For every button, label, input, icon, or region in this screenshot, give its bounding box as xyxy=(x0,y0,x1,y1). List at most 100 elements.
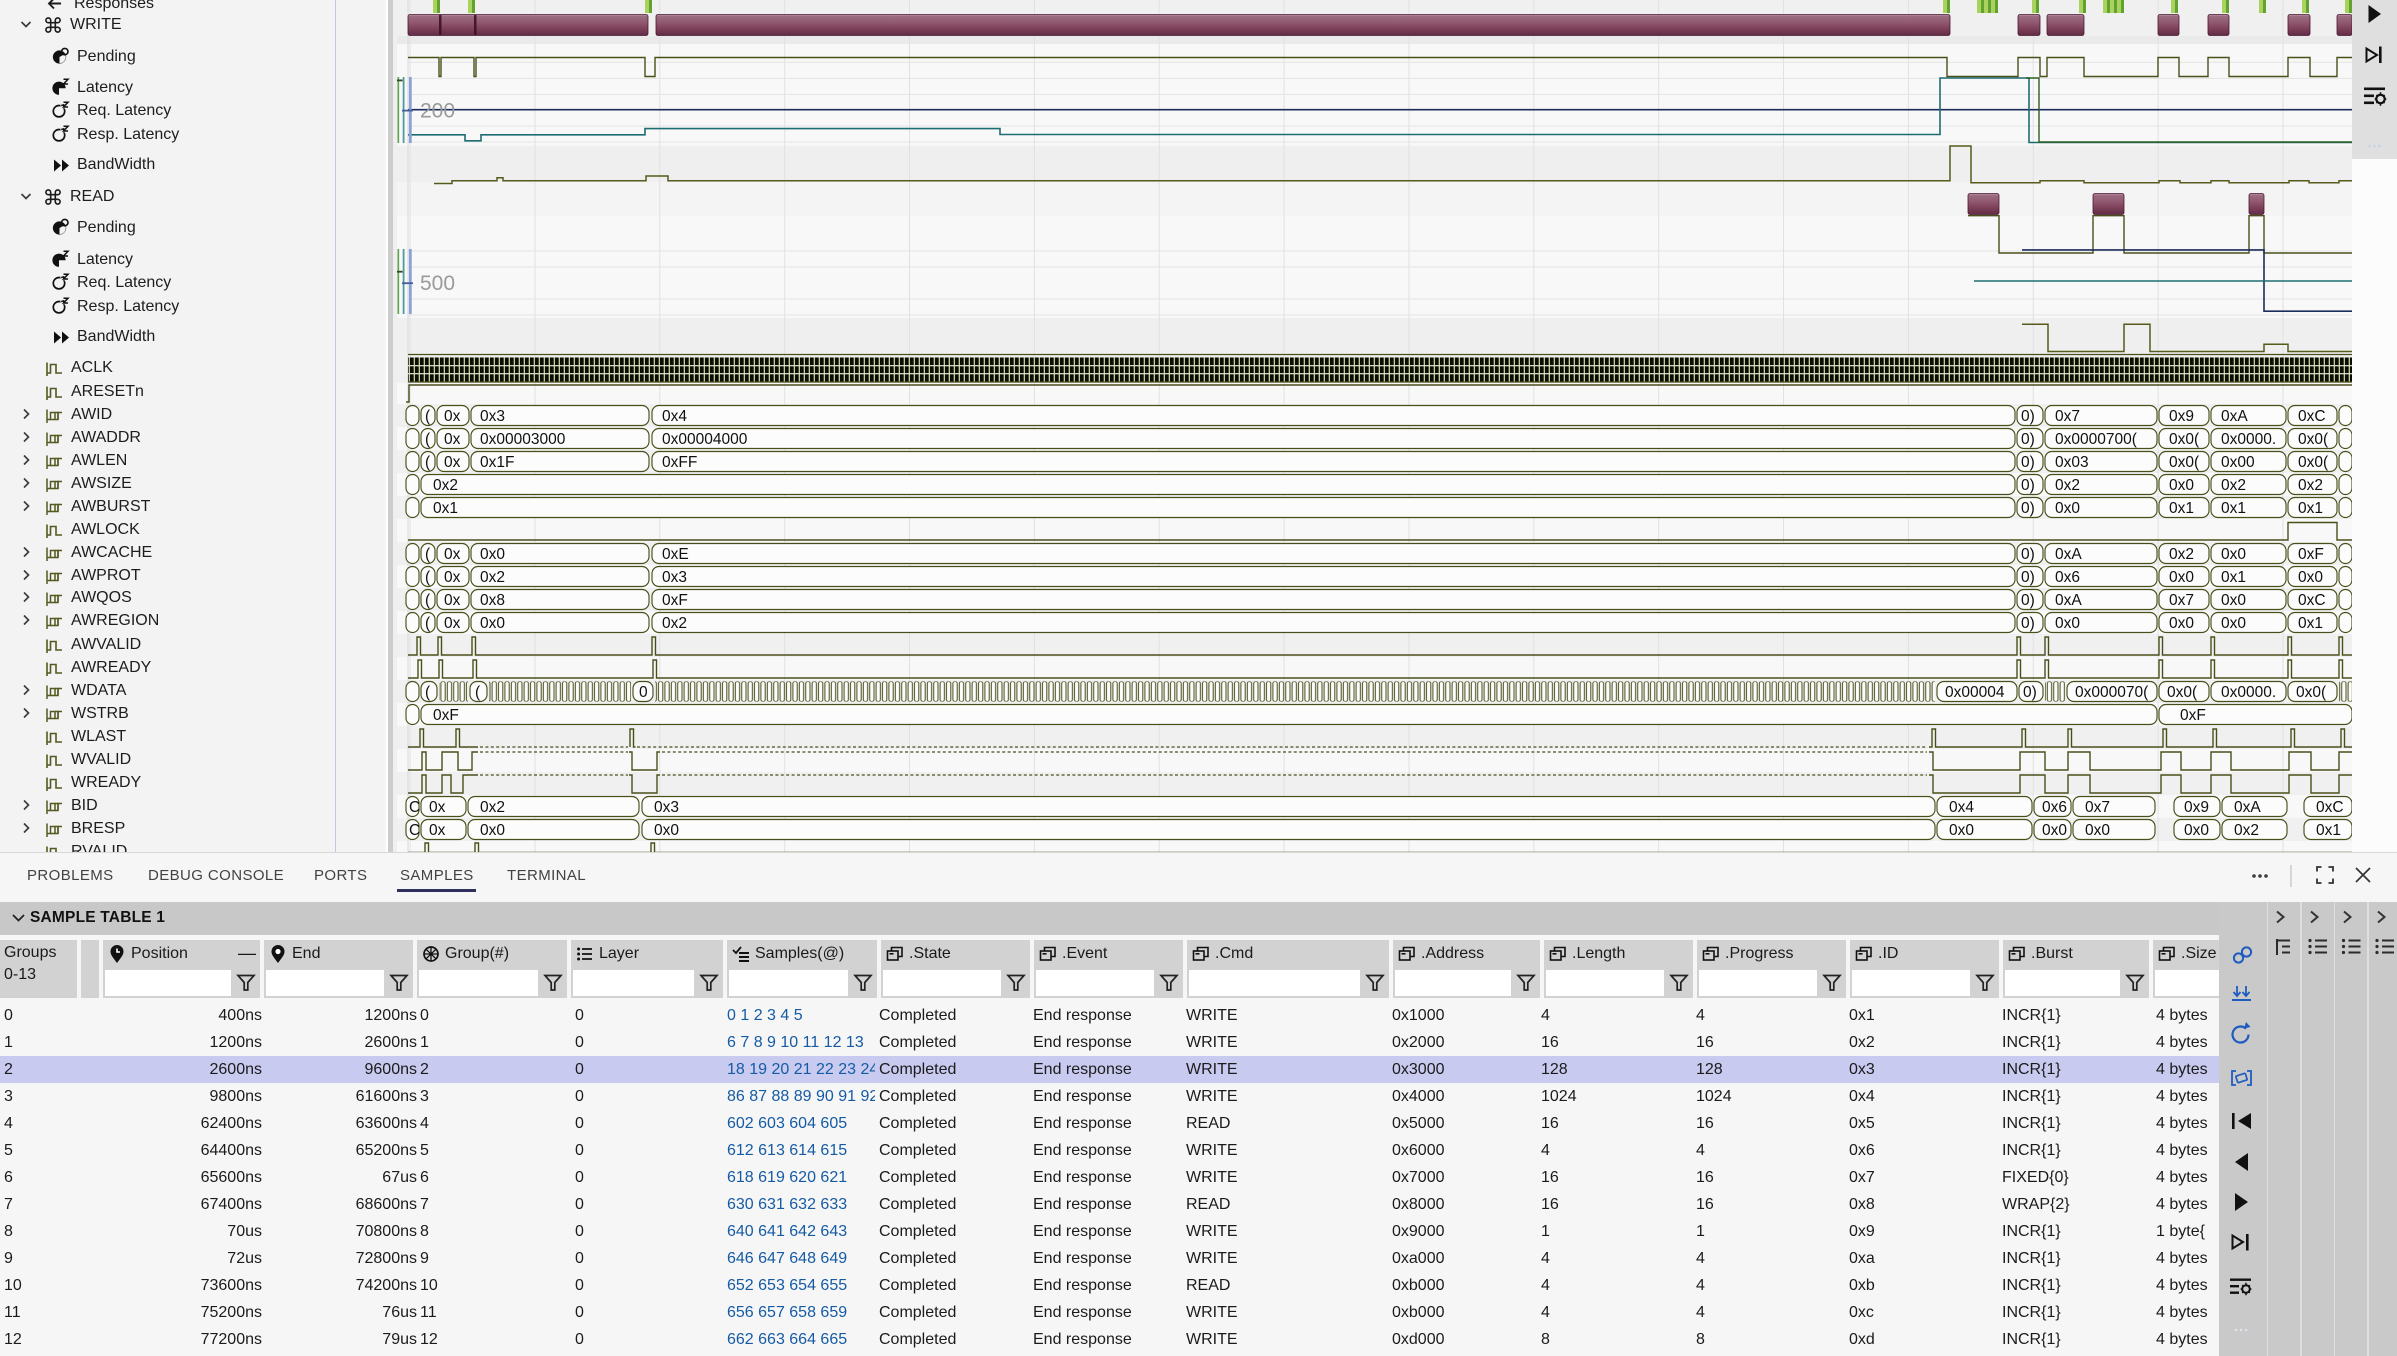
svg-text:0x0: 0x0 xyxy=(2169,615,2194,632)
svg-text:0xC: 0xC xyxy=(2316,799,2344,816)
svg-text:0x0(: 0x0( xyxy=(2298,431,2329,448)
svg-text:0x0(: 0x0( xyxy=(2169,431,2200,448)
svg-text:(: ( xyxy=(475,684,481,701)
svg-text:0x4: 0x4 xyxy=(1949,799,1974,816)
svg-text:(: ( xyxy=(425,431,431,448)
svg-text:0x: 0x xyxy=(429,822,446,839)
svg-text:0): 0) xyxy=(2023,684,2037,701)
svg-text:C: C xyxy=(409,822,420,839)
svg-text:500: 500 xyxy=(420,272,455,295)
svg-text:0x: 0x xyxy=(444,454,461,471)
svg-text:(: ( xyxy=(425,546,431,563)
svg-text:0x3: 0x3 xyxy=(662,569,687,586)
svg-text:0x0: 0x0 xyxy=(480,615,505,632)
svg-text:0x8: 0x8 xyxy=(480,592,505,609)
svg-text:0x7: 0x7 xyxy=(2169,592,2194,609)
svg-text:0x0000700(: 0x0000700( xyxy=(2055,431,2138,448)
svg-text:0xF: 0xF xyxy=(433,707,459,724)
svg-text:0xA: 0xA xyxy=(2055,592,2082,609)
svg-text:0xF: 0xF xyxy=(2298,546,2324,563)
svg-text:0x0: 0x0 xyxy=(2085,822,2110,839)
svg-text:0x2: 0x2 xyxy=(433,477,458,494)
svg-text:0x2: 0x2 xyxy=(2169,546,2194,563)
svg-text:0x0(: 0x0( xyxy=(2296,684,2327,701)
svg-text:0xA: 0xA xyxy=(2234,799,2261,816)
svg-text:0): 0) xyxy=(2021,592,2035,609)
svg-text:0x03: 0x03 xyxy=(2055,454,2089,471)
svg-text:0x2: 0x2 xyxy=(480,569,505,586)
svg-text:0x0: 0x0 xyxy=(2298,569,2323,586)
svg-text:0x0000.: 0x0000. xyxy=(2221,684,2276,701)
svg-text:0x000070(: 0x000070( xyxy=(2075,684,2149,701)
svg-text:0x: 0x xyxy=(444,615,461,632)
svg-text:0x1: 0x1 xyxy=(2316,822,2341,839)
svg-text:0x2: 0x2 xyxy=(2221,477,2246,494)
svg-text:0x0: 0x0 xyxy=(2221,546,2246,563)
svg-text:0): 0) xyxy=(2021,500,2035,517)
svg-text:0): 0) xyxy=(2021,454,2035,471)
svg-text:0x1: 0x1 xyxy=(433,500,458,517)
svg-text:0xF: 0xF xyxy=(662,592,688,609)
svg-text:0xF: 0xF xyxy=(2180,707,2206,724)
svg-text:0x9: 0x9 xyxy=(2169,408,2194,425)
svg-text:0x6: 0x6 xyxy=(2042,799,2067,816)
svg-text:0x: 0x xyxy=(444,431,461,448)
svg-text:(: ( xyxy=(425,569,431,586)
svg-text:0x0: 0x0 xyxy=(654,822,679,839)
svg-text:0x00003000: 0x00003000 xyxy=(480,431,566,448)
svg-text:(: ( xyxy=(425,684,431,701)
svg-text:0xC: 0xC xyxy=(2298,408,2326,425)
svg-text:0x3: 0x3 xyxy=(480,408,505,425)
svg-text:0x1: 0x1 xyxy=(2221,500,2246,517)
svg-text:0xA: 0xA xyxy=(2221,408,2248,425)
svg-text:0xE: 0xE xyxy=(662,546,689,563)
svg-text:0x1: 0x1 xyxy=(2298,615,2323,632)
svg-text:0x0(: 0x0( xyxy=(2169,454,2200,471)
svg-text:0): 0) xyxy=(2021,431,2035,448)
svg-text:0x: 0x xyxy=(429,799,446,816)
svg-text:0x0(: 0x0( xyxy=(2298,454,2329,471)
svg-text:0x0: 0x0 xyxy=(2221,615,2246,632)
svg-text:(: ( xyxy=(425,408,431,425)
svg-text:0x0: 0x0 xyxy=(2055,615,2080,632)
svg-text:0x7: 0x7 xyxy=(2055,408,2080,425)
svg-text:0x2: 0x2 xyxy=(2234,822,2259,839)
svg-text:0x00: 0x00 xyxy=(2221,454,2255,471)
svg-text:C: C xyxy=(409,799,420,816)
svg-text:0): 0) xyxy=(2021,546,2035,563)
svg-text:0x0: 0x0 xyxy=(2184,822,2209,839)
svg-text:(: ( xyxy=(425,615,431,632)
svg-text:(: ( xyxy=(425,592,431,609)
svg-text:0x0(: 0x0( xyxy=(2167,684,2198,701)
svg-text:0x1: 0x1 xyxy=(2298,500,2323,517)
svg-text:0x0: 0x0 xyxy=(2169,569,2194,586)
svg-text:0x1F: 0x1F xyxy=(480,454,514,471)
svg-text:0x2: 0x2 xyxy=(480,799,505,816)
svg-text:(: ( xyxy=(425,454,431,471)
svg-text:0x0: 0x0 xyxy=(2169,477,2194,494)
svg-text:0): 0) xyxy=(2021,615,2035,632)
svg-text:0x0000.: 0x0000. xyxy=(2221,431,2276,448)
svg-text:0x: 0x xyxy=(444,592,461,609)
svg-text:0x0: 0x0 xyxy=(480,546,505,563)
svg-text:0x2: 0x2 xyxy=(2055,477,2080,494)
svg-text:0x2: 0x2 xyxy=(2298,477,2323,494)
svg-text:0x: 0x xyxy=(444,408,461,425)
svg-text:0xC: 0xC xyxy=(2298,592,2326,609)
svg-text:0x00004000: 0x00004000 xyxy=(662,431,748,448)
svg-text:0x0: 0x0 xyxy=(480,822,505,839)
svg-text:0x3: 0x3 xyxy=(654,799,679,816)
svg-text:0x4: 0x4 xyxy=(662,408,687,425)
svg-text:0xFF: 0xFF xyxy=(662,454,697,471)
svg-text:0x6: 0x6 xyxy=(2055,569,2080,586)
svg-text:0xA: 0xA xyxy=(2055,546,2082,563)
svg-text:0x2: 0x2 xyxy=(662,615,687,632)
svg-text:0x00004: 0x00004 xyxy=(1945,684,2005,701)
svg-text:0x0: 0x0 xyxy=(2221,592,2246,609)
svg-text:0): 0) xyxy=(2021,477,2035,494)
svg-text:0: 0 xyxy=(639,684,648,701)
svg-text:0x: 0x xyxy=(444,569,461,586)
svg-text:0x1: 0x1 xyxy=(2169,500,2194,517)
svg-text:0x1: 0x1 xyxy=(2221,569,2246,586)
svg-text:0x: 0x xyxy=(444,546,461,563)
